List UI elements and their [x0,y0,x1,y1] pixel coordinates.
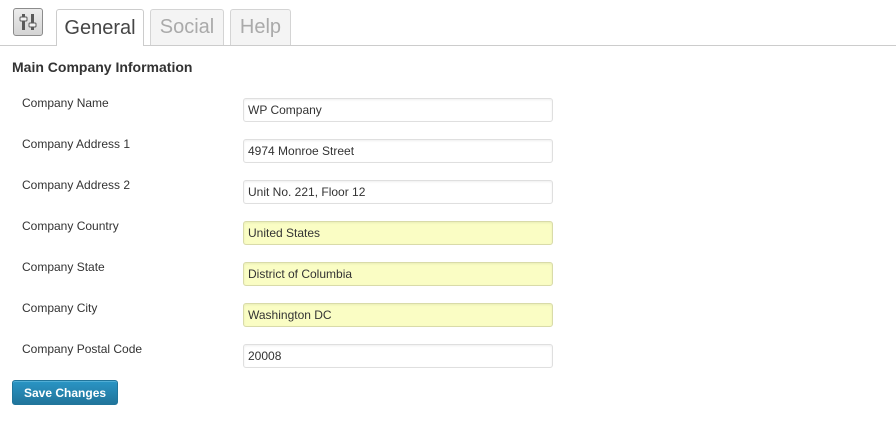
form-row-company-country: Company Country [0,219,896,245]
company-city-label: Company City [22,301,98,315]
form-row-company-state: Company State [0,260,896,286]
section-title: Main Company Information [12,59,193,75]
company-postal-code-label: Company Postal Code [22,342,143,356]
company-city-input[interactable] [243,303,553,327]
form-row-company-postal-code: Company Postal Code [0,342,896,368]
company-state-input[interactable] [243,262,553,286]
sliders-icon [19,14,37,30]
company-country-input[interactable] [243,221,553,245]
company-address-2-input[interactable] [243,180,553,204]
company-state-label: Company State [22,260,105,274]
company-address-1-input[interactable] [243,139,553,163]
tab-general[interactable]: General [56,9,144,46]
tab-help[interactable]: Help [230,9,291,45]
company-country-label: Company Country [22,219,119,233]
company-name-input[interactable] [243,98,553,122]
form-row-company-name: Company Name [0,96,896,122]
form-row-company-address-1: Company Address 1 [0,137,896,163]
form-row-company-city: Company City [0,301,896,327]
tab-bar: General Social Help [0,0,896,46]
company-name-label: Company Name [22,96,109,110]
company-postal-code-input[interactable] [243,344,553,368]
form-row-company-address-2: Company Address 2 [0,178,896,204]
save-changes-button[interactable]: Save Changes [12,380,119,405]
settings-button[interactable] [13,8,43,36]
company-address-2-label: Company Address 2 [22,178,131,192]
tab-social[interactable]: Social [150,9,224,45]
company-address-1-label: Company Address 1 [22,137,131,151]
